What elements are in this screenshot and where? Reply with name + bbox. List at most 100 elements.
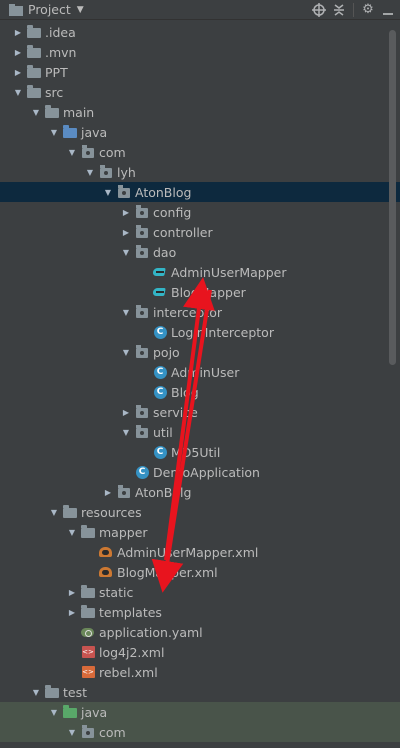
tree-node[interactable]: <> log4j2.xml xyxy=(0,642,400,662)
tree-node[interactable]: ▼ resources xyxy=(0,502,400,522)
mybatis-xml-icon xyxy=(98,544,114,560)
folder-icon xyxy=(44,684,60,700)
package-icon xyxy=(134,224,150,240)
tree-node[interactable]: ▼ interceptor xyxy=(0,302,400,322)
tree-node[interactable]: ▼ mapper xyxy=(0,522,400,542)
tree-node[interactable]: AdminUserMapper xyxy=(0,262,400,282)
class-icon-glyph: C xyxy=(153,365,167,379)
tree-node[interactable]: ▼ java xyxy=(0,122,400,142)
test-folder-icon-glyph xyxy=(63,705,77,718)
tree-node-label: config xyxy=(153,204,192,220)
tree-node-label: interceptor xyxy=(153,304,223,320)
tree-node[interactable]: ▶ config xyxy=(0,202,400,222)
tree-node[interactable]: ▼ main xyxy=(0,102,400,122)
tree-node[interactable]: ▼ AtonBlog xyxy=(0,182,400,202)
expand-arrow-icon[interactable]: ▼ xyxy=(84,162,96,182)
collapse-arrow-icon[interactable]: ▶ xyxy=(66,602,78,622)
class-icon-glyph: C xyxy=(153,385,167,399)
package-icon-glyph xyxy=(82,145,94,158)
xml-file-icon: <> xyxy=(80,644,96,660)
tree-node[interactable]: C Blog xyxy=(0,382,400,402)
expand-arrow-icon[interactable]: ▼ xyxy=(120,342,132,362)
mybatis-xml-icon-glyph xyxy=(99,546,113,558)
tree-node[interactable]: C AdminUser xyxy=(0,362,400,382)
tree-node[interactable]: ▼ pojo xyxy=(0,342,400,362)
expand-arrow-icon[interactable]: ▼ xyxy=(120,242,132,262)
tree-node[interactable]: application.yaml xyxy=(0,622,400,642)
tree-node[interactable]: ▶ PPT xyxy=(0,62,400,82)
tree-node-label: AtonBlog xyxy=(135,184,192,200)
yaml-file-icon-glyph xyxy=(81,626,95,638)
collapse-arrow-icon[interactable]: ▶ xyxy=(120,202,132,222)
tree-node[interactable]: ▶ templates xyxy=(0,602,400,622)
tree-node[interactable]: ▶ service xyxy=(0,402,400,422)
folder-icon xyxy=(26,84,42,100)
expand-arrow-icon[interactable]: ▼ xyxy=(48,702,60,722)
hide-icon[interactable] xyxy=(378,0,398,19)
expand-arrow-icon[interactable]: ▼ xyxy=(12,82,24,102)
tree-node-label: PPT xyxy=(45,64,68,80)
tree-node[interactable]: ▶ .idea xyxy=(0,22,400,42)
tree-node[interactable]: ▶ static xyxy=(0,582,400,602)
folder-icon-glyph xyxy=(45,105,59,118)
tree-node[interactable]: BlogMapper.xml xyxy=(0,562,400,582)
tree-node-label: rebel.xml xyxy=(99,664,158,680)
target-icon[interactable] xyxy=(309,0,329,19)
package-icon-glyph xyxy=(100,165,112,178)
expand-arrow-icon[interactable]: ▼ xyxy=(120,302,132,322)
tree-node-label: pojo xyxy=(153,344,180,360)
tree-node[interactable]: ▶ .mvn xyxy=(0,42,400,62)
collapse-arrow-icon[interactable]: ▶ xyxy=(120,402,132,422)
tree-node[interactable]: ▼ com xyxy=(0,142,400,162)
source-folder-icon-glyph xyxy=(63,125,77,138)
tree-node[interactable]: ▼ src xyxy=(0,82,400,102)
expand-arrow-icon[interactable]: ▼ xyxy=(30,682,42,702)
expand-arrow-icon[interactable]: ▼ xyxy=(120,422,132,442)
collapse-arrow-icon[interactable]: ▶ xyxy=(12,22,24,42)
tree-node[interactable]: C LoginInterceptor xyxy=(0,322,400,342)
tree-node[interactable]: ▼ com xyxy=(0,722,400,742)
collapse-arrow-icon[interactable]: ▶ xyxy=(12,42,24,62)
folder-icon-glyph xyxy=(27,25,41,38)
project-tool-window-header: Project ▼ ⚙ xyxy=(0,0,400,20)
vertical-scrollbar[interactable] xyxy=(389,30,396,365)
tree-node[interactable]: ▼ test xyxy=(0,682,400,702)
tree-node-label: DemoApplication xyxy=(153,464,260,480)
collapse-all-icon[interactable] xyxy=(329,0,349,19)
expand-arrow-icon[interactable]: ▼ xyxy=(66,722,78,742)
expand-arrow-icon[interactable]: ▼ xyxy=(102,182,114,202)
collapse-arrow-icon[interactable]: ▶ xyxy=(120,222,132,242)
mapper-interface-icon-glyph xyxy=(152,286,168,298)
tree-node-label: .idea xyxy=(45,24,76,40)
package-icon-glyph xyxy=(136,225,148,238)
tree-node[interactable]: C MD5Util xyxy=(0,442,400,462)
folder-icon-glyph xyxy=(81,585,95,598)
chevron-down-icon[interactable]: ▼ xyxy=(77,5,84,15)
expand-arrow-icon[interactable]: ▼ xyxy=(66,522,78,542)
tree-node[interactable]: ▼ java xyxy=(0,702,400,722)
tree-node[interactable]: ▼ lyh xyxy=(0,162,400,182)
expand-arrow-icon[interactable]: ▼ xyxy=(66,142,78,162)
collapse-arrow-icon[interactable]: ▶ xyxy=(12,62,24,82)
expand-arrow-icon[interactable]: ▼ xyxy=(48,122,60,142)
tree-node[interactable]: ▶ controller xyxy=(0,222,400,242)
tree-node[interactable]: BlogMapper xyxy=(0,282,400,302)
folder-icon xyxy=(80,524,96,540)
tree-node[interactable]: <> rebel.xml xyxy=(0,662,400,682)
tree-node[interactable]: AdminUserMapper.xml xyxy=(0,542,400,562)
collapse-arrow-icon[interactable]: ▶ xyxy=(102,482,114,502)
tree-node[interactable]: ▼ dao xyxy=(0,242,400,262)
gear-icon[interactable]: ⚙ xyxy=(358,0,378,19)
tree-node-label: test xyxy=(63,684,88,700)
tree-node[interactable]: ▼ util xyxy=(0,422,400,442)
project-view-selector[interactable]: Project xyxy=(28,2,71,17)
collapse-arrow-icon[interactable]: ▶ xyxy=(66,582,78,602)
tree-node[interactable]: C DemoApplication xyxy=(0,462,400,482)
expand-arrow-icon[interactable]: ▼ xyxy=(48,502,60,522)
tree-node-label: java xyxy=(81,704,108,720)
tree-node-label: AdminUser xyxy=(171,364,240,380)
tree-node[interactable]: ▶ AtonBolg xyxy=(0,482,400,502)
expand-arrow-icon[interactable]: ▼ xyxy=(30,102,42,122)
